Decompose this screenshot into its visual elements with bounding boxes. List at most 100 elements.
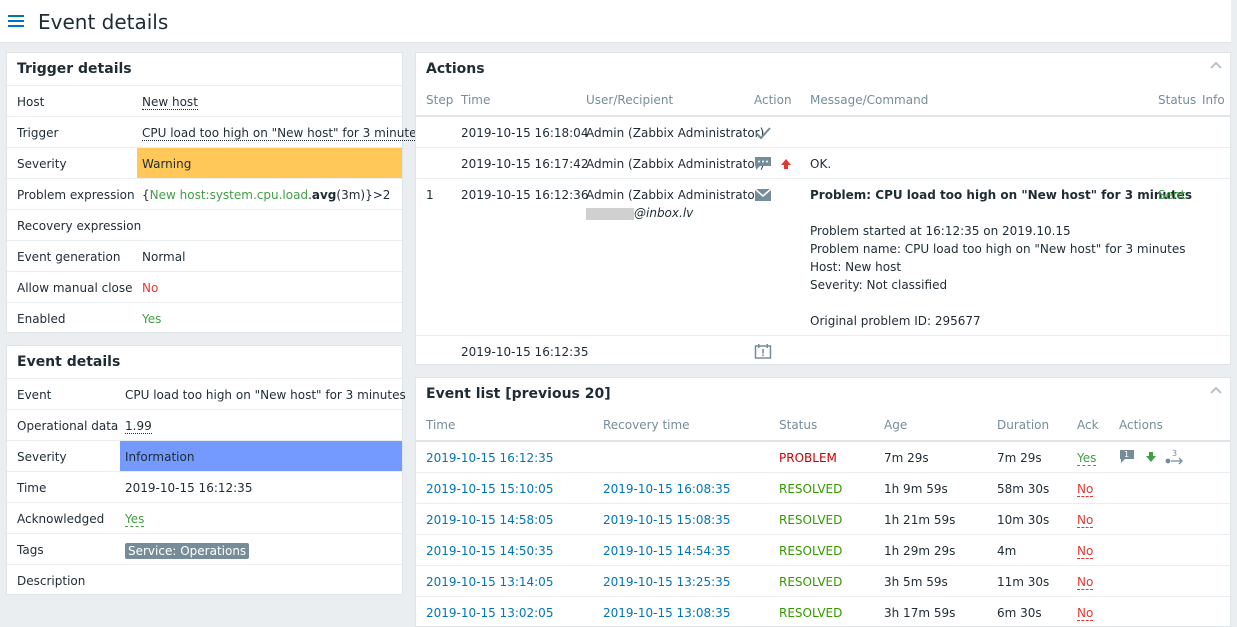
row-label: Description [17, 574, 86, 588]
ack-link[interactable]: No [1077, 482, 1094, 497]
status-resolved: RESOLVED [779, 575, 843, 589]
row-label: Severity [17, 450, 67, 464]
row-label: Host [17, 95, 45, 109]
menu-icon[interactable] [8, 15, 24, 27]
table-row: 2019-10-15 13:14:05 2019-10-15 13:25:35 … [416, 565, 1230, 596]
message-title: Problem: CPU load too high on "New host"… [810, 188, 1192, 202]
table-row: 1 2019-10-15 16:12:36 Admin (Zabbix Admi… [416, 178, 1230, 335]
trigger-host-row: Host New host [7, 85, 402, 116]
event-time-link[interactable]: 2019-10-15 14:58:05 [426, 513, 553, 527]
envelope-icon [754, 188, 772, 201]
row-label: Enabled [17, 312, 66, 326]
event-severity-row: Severity Information [7, 440, 402, 471]
row-label: Allow manual close [17, 281, 133, 295]
host-link[interactable]: New host [142, 95, 198, 110]
redacted-block [586, 207, 634, 220]
severity-value: Information [125, 450, 195, 464]
manual-close-row: Allow manual close No [7, 271, 402, 302]
ack-link[interactable]: No [1077, 606, 1094, 621]
row-label: Time [17, 481, 47, 495]
col-ack: Ack [1077, 418, 1099, 432]
trigger-details-panel: Trigger details Host New host Trigger CP… [6, 52, 423, 333]
recovery-time-link[interactable]: 2019-10-15 13:25:35 [603, 575, 730, 589]
calendar-icon [754, 344, 772, 359]
event-list-panel: Event list [previous 20] Time Recovery t… [415, 377, 1231, 627]
table-row: 2019-10-15 15:10:05 2019-10-15 16:08:35 … [416, 472, 1230, 503]
event-details-title: Event details [17, 354, 121, 370]
recovery-time-link[interactable]: 2019-10-15 15:08:35 [603, 513, 730, 527]
problem-expression: {New host:system.cpu.load.avg(3m)}>2 [142, 188, 391, 202]
status-resolved: RESOLVED [779, 544, 843, 558]
table-row: 2019-10-15 16:18:04 Admin (Zabbix Admini… [416, 115, 1230, 146]
severity-information-cell: Information [120, 441, 402, 471]
recovery-time-link[interactable]: 2019-10-15 16:08:35 [603, 482, 730, 496]
severity-down-icon[interactable] [1145, 451, 1157, 463]
expression-item[interactable]: New host:system.cpu.load [150, 188, 308, 202]
recipient-email: @inbox.lv [586, 206, 693, 220]
ack-link[interactable]: Yes [1077, 451, 1097, 466]
table-row: 2019-10-15 14:58:05 2019-10-15 15:08:35 … [416, 503, 1230, 534]
col-info: Info [1202, 93, 1225, 107]
status-problem: PROBLEM [779, 451, 837, 465]
severity-warning-cell: Warning [137, 148, 402, 178]
event-name-row: Event CPU load too high on "New host" fo… [7, 378, 406, 409]
event-time-link[interactable]: 2019-10-15 14:50:35 [426, 544, 553, 558]
col-actions: Actions [1119, 418, 1163, 432]
col-time: Time [461, 93, 491, 107]
status-resolved: RESOLVED [779, 482, 843, 496]
operational-data-row: Operational data 1.99 [7, 409, 402, 440]
row-label: Severity [17, 157, 67, 171]
trigger-link[interactable]: CPU load too high on "New host" for 3 mi… [142, 126, 423, 141]
event-time-link[interactable]: 2019-10-15 13:14:05 [426, 575, 553, 589]
event-time-link[interactable]: 2019-10-15 13:02:05 [426, 606, 553, 620]
severity-up-icon [781, 159, 791, 169]
ack-link[interactable]: No [1077, 575, 1094, 590]
message-icon [755, 157, 771, 170]
collapse-icon[interactable] [1210, 386, 1222, 394]
acknowledge-link[interactable]: Yes [125, 512, 145, 527]
tags-row: Tags Service: Operations [7, 533, 402, 564]
trigger-details-title: Trigger details [17, 61, 132, 77]
event-time-row: Time 2019-10-15 16:12:35 [7, 471, 402, 502]
row-label: Event generation [17, 250, 121, 264]
status-resolved: RESOLVED [779, 513, 843, 527]
col-status: Status [1158, 93, 1197, 107]
col-time: Time [426, 418, 456, 432]
description-row: Description [7, 564, 402, 595]
enabled-row: Enabled Yes [7, 302, 402, 333]
table-row: 2019-10-15 13:02:05 2019-10-15 13:08:35 … [416, 596, 1230, 627]
row-label: Operational data [17, 419, 119, 433]
col-duration: Duration [997, 418, 1050, 432]
messages-icon[interactable]: 1 [1119, 449, 1137, 465]
event-details-panel: Event details Event CPU load too high on… [6, 345, 406, 595]
status-sent: Sent [1158, 188, 1186, 202]
event-generation-row: Event generation Normal [7, 240, 402, 271]
event-time-link[interactable]: 2019-10-15 15:10:05 [426, 482, 553, 496]
table-row: 2019-10-15 14:50:35 2019-10-15 14:54:35 … [416, 534, 1230, 565]
ack-link[interactable]: No [1077, 544, 1094, 559]
recovery-expression-row: Recovery expression [7, 209, 402, 240]
status-resolved: RESOLVED [779, 606, 843, 620]
severity-value: Warning [142, 157, 192, 171]
trigger-severity-row: Severity Warning [7, 147, 402, 178]
row-label: Event [17, 388, 52, 402]
table-row: 2019-10-15 16:12:35 [416, 335, 1230, 366]
row-label: Trigger [17, 126, 59, 140]
trigger-name-row: Trigger CPU load too high on "New host" … [7, 116, 423, 147]
recovery-time-link[interactable]: 2019-10-15 14:54:35 [603, 544, 730, 558]
col-action: Action [754, 93, 792, 107]
col-step: Step [426, 93, 454, 107]
escalation-icon[interactable]: 3 [1165, 449, 1185, 467]
ack-link[interactable]: No [1077, 513, 1094, 528]
page-header: Event details [0, 0, 1231, 43]
operational-data-link[interactable]: 1.99 [125, 419, 152, 434]
collapse-icon[interactable] [1210, 61, 1222, 69]
recovery-time-link[interactable]: 2019-10-15 13:08:35 [603, 606, 730, 620]
acknowledged-row: Acknowledged Yes [7, 502, 402, 533]
event-list-title: Event list [previous 20] [426, 386, 611, 402]
col-user: User/Recipient [586, 93, 674, 107]
event-time-link[interactable]: 2019-10-15 16:12:35 [426, 451, 553, 465]
page-title: Event details [38, 10, 169, 34]
row-label: Recovery expression [17, 219, 142, 233]
tag-badge: Service: Operations [125, 543, 250, 559]
